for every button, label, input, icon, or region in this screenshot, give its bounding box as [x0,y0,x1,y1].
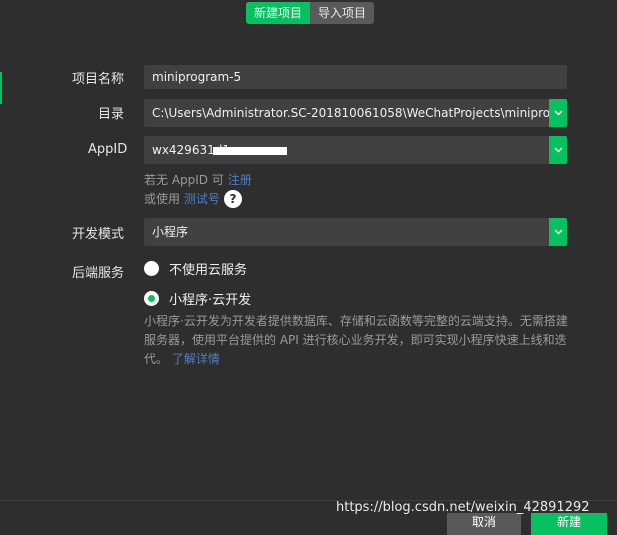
help-icon[interactable]: ? [224,190,242,208]
chevron-down-icon [554,110,562,116]
dev-mode-label: 开发模式 [72,227,125,242]
project-name-label: 项目名称 [72,72,125,87]
appid-redaction-mask [213,147,287,155]
dev-mode-dropdown-button[interactable] [549,218,567,246]
directory-input[interactable]: C:\Users\Administrator.SC-201810061058\W… [144,99,567,127]
chevron-down-icon [554,229,562,235]
chevron-down-icon [554,147,562,153]
radio-button-checked[interactable] [144,291,159,306]
watermark: https://blog.csdn.net/weixin_42891292 [336,500,590,515]
appid-label: AppID [88,142,128,157]
radio-no-cloud-label: 不使用云服务 [169,263,248,278]
appid-hint: 若无 AppID 可 注册 [144,171,252,188]
create-button[interactable]: 新建 [531,513,607,535]
tab-new-project[interactable]: 新建项目 [246,2,311,24]
appid-dropdown-button[interactable] [549,136,567,164]
appid-hint-text: 若无 AppID 可 [144,173,224,187]
test-hint-text: 或使用 [144,192,181,206]
dev-mode-value: 小程序 [152,225,189,239]
directory-label: 目录 [98,107,125,122]
test-account-hint: 或使用 测试号 [144,190,220,207]
tab-import-project[interactable]: 导入项目 [310,2,375,24]
dev-mode-select[interactable]: 小程序 [144,218,567,246]
radio-button[interactable] [144,261,159,276]
backend-label: 后端服务 [72,266,125,281]
learn-more-link[interactable]: 了解详情 [172,352,220,366]
cloud-description: 小程序·云开发为开发者提供数据库、存储和云函数等完整的云端支持。无需搭建服务器，… [144,312,572,369]
radio-cloud-dev-label: 小程序·云开发 [169,293,252,308]
test-account-link[interactable]: 测试号 [184,192,220,206]
cancel-button[interactable]: 取消 [447,513,521,535]
directory-value: C:\Users\Administrator.SC-201810061058\W… [152,106,567,120]
project-name-input[interactable]: miniprogram-5 [144,65,567,89]
project-tabs: 新建项目 导入项目 [246,2,375,24]
radio-cloud-dev[interactable]: 小程序·云开发 [144,289,251,308]
appid-input[interactable]: wx429631d1 [144,136,567,164]
register-link[interactable]: 注册 [228,173,252,187]
directory-dropdown-button[interactable] [549,99,567,127]
radio-no-cloud[interactable]: 不使用云服务 [144,259,247,278]
left-accent-bar [0,72,2,104]
